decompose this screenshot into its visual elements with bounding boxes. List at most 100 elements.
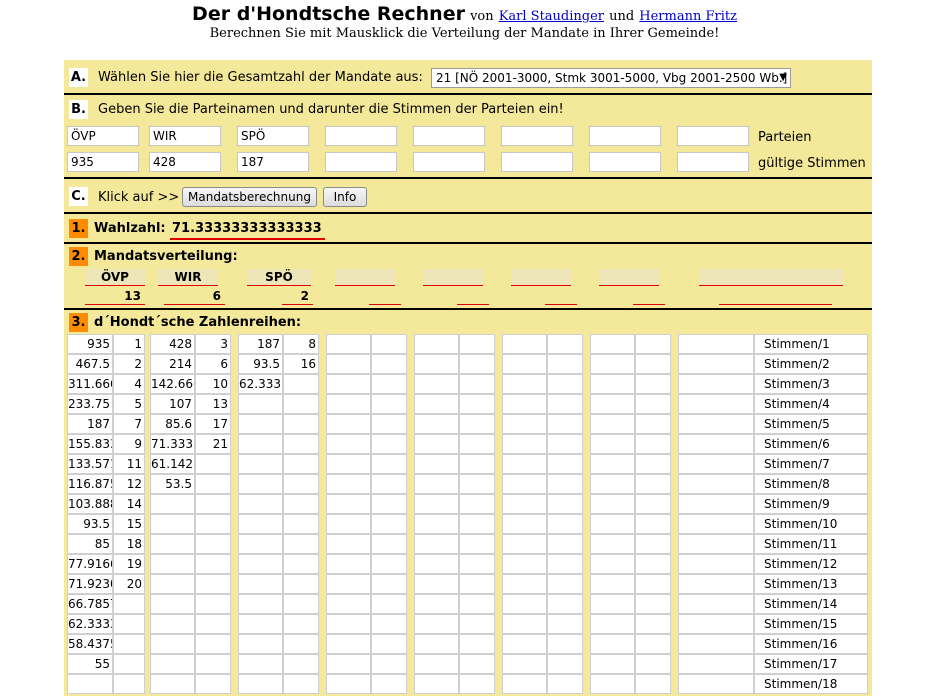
author-link-fritz[interactable]: Hermann Fritz [639,9,737,24]
party-name-input[interactable]: WIR [149,126,221,146]
sequence-value-cell [678,634,754,654]
sequence-value-cell [326,414,371,434]
party-votes-input[interactable]: 187 [237,152,309,172]
sequence-rank-cell [635,354,671,374]
sequence-value-cell: 133.571 [67,454,113,474]
sequence-value-cell [414,434,459,454]
sequence-value-cell [326,534,371,554]
sequence-value-cell [678,374,754,394]
info-button[interactable]: Info [323,187,367,207]
sequence-value-cell: 53.5 [150,474,195,494]
party-name-input[interactable] [325,126,397,146]
sequence-value-cell [414,534,459,554]
sequence-value-cell [502,454,547,474]
seat-party-empty [511,269,571,286]
sequence-value-cell [678,554,754,574]
mandates-select[interactable]: 21 [NÖ 2001-3000, Stmk 3001-5000, Vbg 20… [431,68,791,88]
sequence-value-cell: 62.3333 [67,614,113,634]
calculate-button[interactable]: Mandatsberechnung [182,187,317,207]
party-name-input[interactable] [413,126,485,146]
sequence-rank-cell [113,614,145,634]
sequence-value-cell [150,634,195,654]
divisor-label-cell: Stimmen/16 [754,634,868,654]
sequence-value-cell [326,674,371,694]
sequence-rank-cell [459,594,495,614]
party-votes-input[interactable] [501,152,573,172]
sequence-rank-cell [283,394,319,414]
sequence-value-cell: 187 [238,334,283,354]
sequence-rank-cell [635,594,671,614]
sequence-rank-cell [371,534,407,554]
section-a-label: Wählen Sie hier die Gesamtzahl der Manda… [98,70,423,85]
party-name-input[interactable]: SPÖ [237,126,309,146]
sequence-rank-cell [547,374,583,394]
sequence-value-cell: 103.888 [67,494,113,514]
author-link-staudinger[interactable]: Karl Staudinger [499,9,604,24]
section-c-label: Klick auf >> [98,190,180,205]
sequence-value-cell [238,414,283,434]
sequence-rank-cell [283,474,319,494]
sequence-rank-cell [635,494,671,514]
divisor-label-cell: Stimmen/11 [754,534,868,554]
sequence-value-cell [326,394,371,414]
sequence-value-cell: 62.3333 [238,374,283,394]
sequence-rank-cell: 12 [113,474,145,494]
party-name-input[interactable] [589,126,661,146]
sequence-value-cell [502,674,547,694]
sequence-rank-cell [635,574,671,594]
section-b-label: Geben Sie die Parteinamen und darunter d… [98,102,564,117]
divider [64,242,872,244]
sequence-rank-cell [283,414,319,434]
party-name-input[interactable]: ÖVP [67,126,139,146]
sequence-value-cell [326,474,371,494]
sequence-value-cell [150,494,195,514]
party-votes-input[interactable] [589,152,661,172]
sequence-rank-cell [635,334,671,354]
divisor-label-cell: Stimmen/4 [754,394,868,414]
seat-count-empty [633,288,665,305]
sequence-value-cell [150,574,195,594]
party-votes-input[interactable] [325,152,397,172]
sequence-rank-cell [459,514,495,534]
sequence-value-cell [238,454,283,474]
sequence-rank-cell [635,614,671,634]
sequence-value-cell: 107 [150,394,195,414]
seat-count-empty [369,288,401,305]
sequence-rank-cell: 18 [113,534,145,554]
party-name-input[interactable] [677,126,749,146]
sequence-rank-cell [113,634,145,654]
sequence-value-cell: 55 [67,654,113,674]
sequence-value-cell [502,434,547,454]
votes-row-label: gültige Stimmen [758,156,866,171]
sequence-rank-cell [547,574,583,594]
sequence-rank-cell: 21 [195,434,231,454]
party-name-input[interactable] [501,126,573,146]
sequence-rank-cell [283,514,319,534]
sequence-value-cell: 71.9230 [67,574,113,594]
sequence-value-cell [414,354,459,374]
sequence-rank-cell [283,534,319,554]
sequence-value-cell [150,614,195,634]
sequence-rank-cell [547,654,583,674]
sequence-value-cell [590,494,635,514]
sequence-rank-cell [547,614,583,634]
sequence-value-cell: 85.6 [150,414,195,434]
sequence-value-cell [414,574,459,594]
divisor-label-cell: Stimmen/8 [754,474,868,494]
result-2-badge: 2. [69,247,88,266]
sequence-value-cell [590,654,635,674]
sequence-rank-cell [547,674,583,694]
sequence-value-cell [414,594,459,614]
party-votes-input[interactable] [677,152,749,172]
sequence-value-cell [590,514,635,534]
sequence-rank-cell [195,614,231,634]
party-votes-input[interactable]: 935 [67,152,139,172]
sequence-rank-cell [371,574,407,594]
sequence-value-cell [590,414,635,434]
sequence-rank-cell [635,654,671,674]
party-votes-input[interactable]: 428 [149,152,221,172]
party-votes-input[interactable] [413,152,485,172]
sequence-rank-cell [459,494,495,514]
sequence-value-cell [502,354,547,374]
sequence-value-cell [326,574,371,594]
